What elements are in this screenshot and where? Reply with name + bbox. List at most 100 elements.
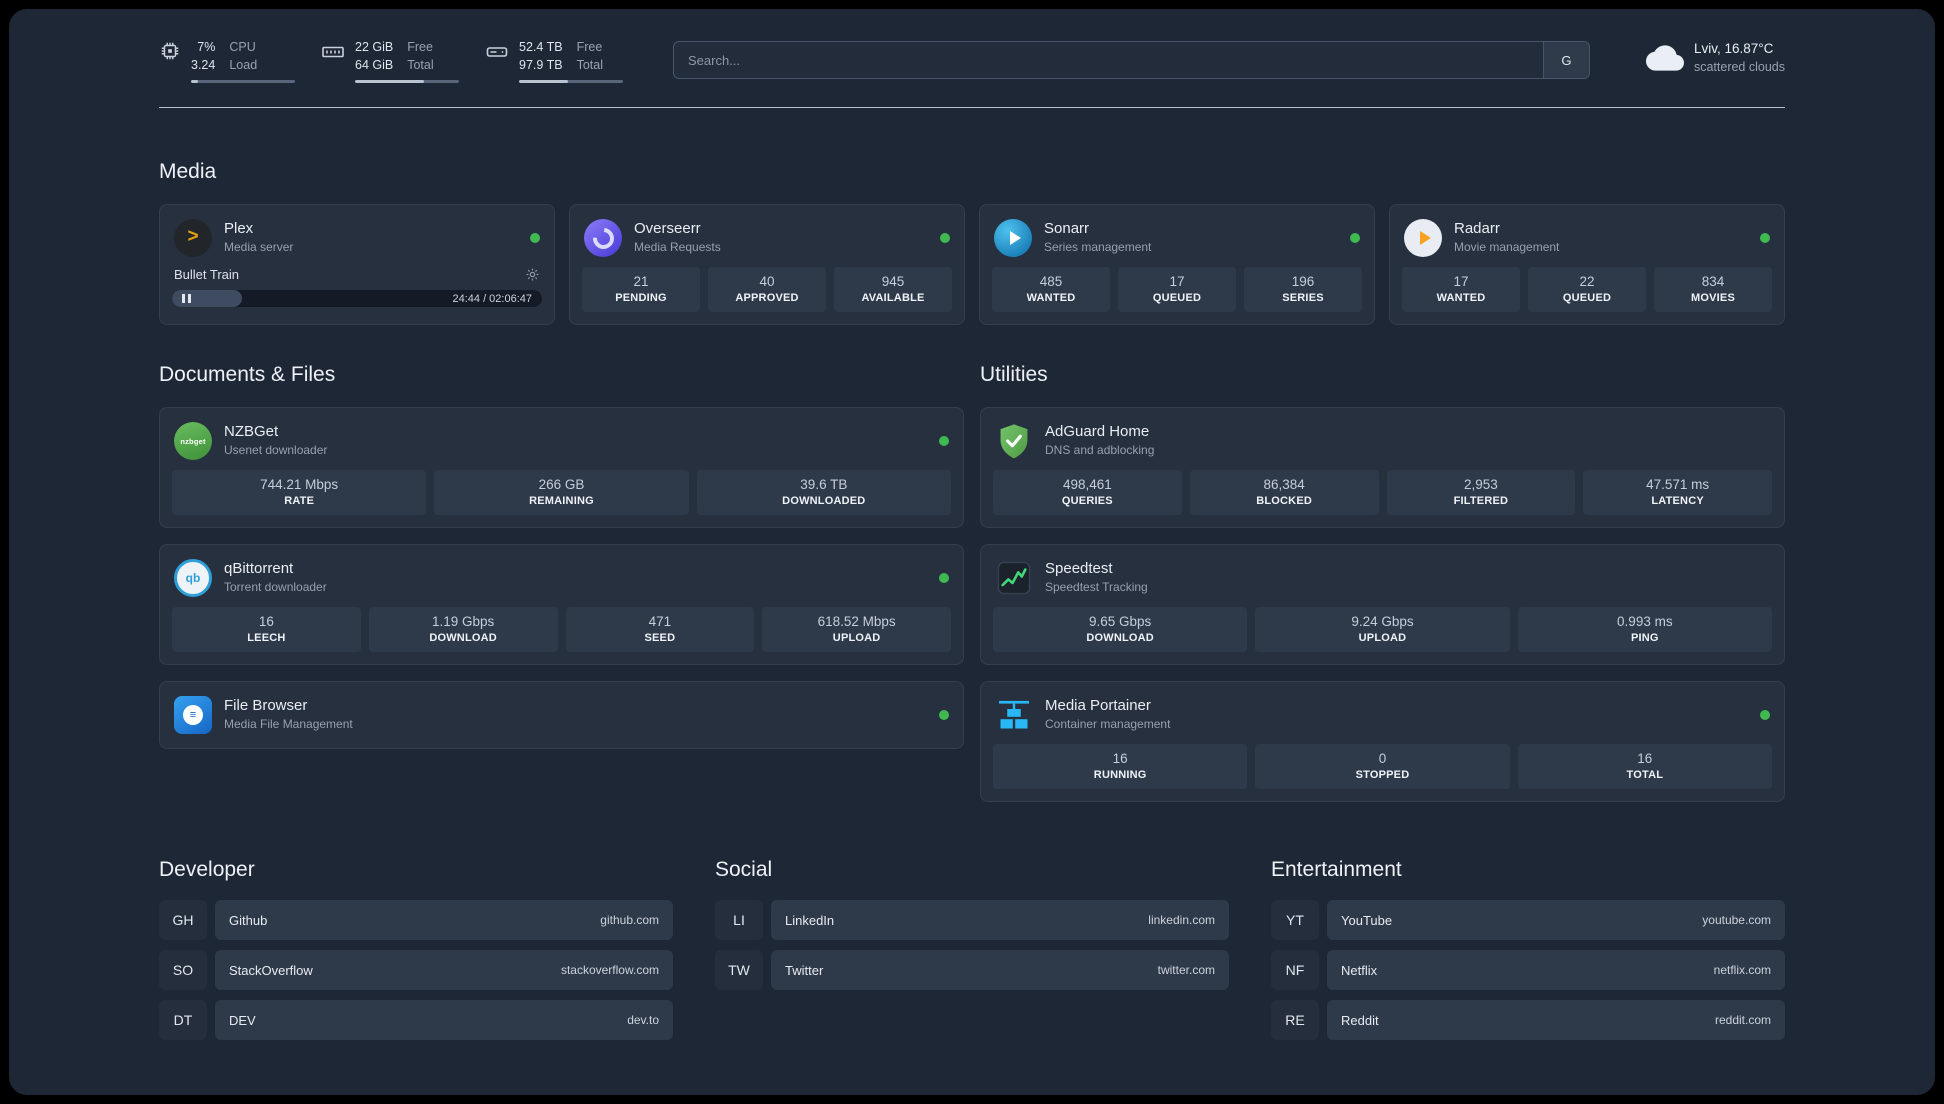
stat-value: 9.24 Gbps	[1351, 614, 1414, 629]
bookmark-abbr[interactable]: TW	[715, 950, 763, 990]
qbittorrent-icon: qb	[174, 559, 212, 597]
bookmark-abbr[interactable]: DT	[159, 1000, 207, 1040]
adguard-card: AdGuard Home DNS and adblocking 498,461 Q…	[980, 407, 1785, 528]
stat-value: 471	[648, 614, 672, 629]
bookmark-name: Reddit	[1341, 1012, 1379, 1028]
service-subtitle: Torrent downloader	[224, 580, 327, 595]
cpu-progress-bar	[191, 80, 295, 83]
bookmark-abbr[interactable]: LI	[715, 900, 763, 940]
stat-tile: 0 STOPPED	[1255, 744, 1510, 789]
entertainment-bookmarks: Entertainment YT YouTube youtube.com NF Netf…	[1271, 818, 1785, 1050]
bookmark-link[interactable]: DEV dev.to	[215, 1000, 673, 1040]
status-dot	[939, 710, 949, 720]
stat-label: UPLOAD	[832, 632, 881, 644]
bookmark-link[interactable]: Netflix netflix.com	[1327, 950, 1785, 990]
stat-label: REMAINING	[529, 495, 594, 507]
stat-tile: 86,384 BLOCKED	[1189, 470, 1379, 515]
stat-label: FILTERED	[1453, 495, 1509, 507]
stat-tile: 196 SERIES	[1244, 267, 1362, 312]
portainer-crane-icon	[995, 696, 1033, 734]
pause-icon[interactable]	[182, 294, 191, 303]
service-subtitle: Speedtest Tracking	[1045, 580, 1148, 595]
speedtest-card: Speedtest Speedtest Tracking 9.65 Gbps DO…	[980, 544, 1785, 665]
bookmark-link[interactable]: LinkedIn linkedin.com	[771, 900, 1229, 940]
disk-labels: Free Total	[576, 40, 603, 72]
portainer-card: Media Portainer Container management 16 R…	[980, 681, 1785, 802]
plex-link[interactable]: Plex Media server	[172, 213, 542, 267]
bookmark-link[interactable]: StackOverflow stackoverflow.com	[215, 950, 673, 990]
plex-icon	[174, 219, 212, 257]
social-bookmarks: Social LI LinkedIn linkedin.com TW Twitter tw…	[715, 818, 1229, 1050]
service-subtitle: Container management	[1045, 717, 1171, 732]
media-grid: Plex Media server Bullet Train	[159, 204, 1785, 325]
documents-column: Documents & Files nzbget NZBGet Usenet d…	[159, 325, 964, 802]
portainer-link[interactable]: Media Portainer Container management	[993, 690, 1772, 744]
nzbget-stats: 744.21 Mbps RATE 266 GB REMAINING 39.6 TB DOW…	[172, 470, 951, 515]
adguard-link[interactable]: AdGuard Home DNS and adblocking	[993, 416, 1772, 470]
service-name: Media Portainer	[1045, 697, 1151, 715]
bookmark-name: Netflix	[1341, 962, 1378, 978]
bookmark-row: GH Github github.com	[159, 900, 673, 940]
bookmark-abbr[interactable]: RE	[1271, 1000, 1319, 1040]
bookmark-abbr[interactable]: NF	[1271, 950, 1319, 990]
stat-value: 16	[258, 614, 274, 629]
stat-value: 21	[633, 274, 649, 289]
stat-value: 266 GB	[538, 477, 585, 492]
search-provider-button[interactable]: G	[1542, 42, 1589, 78]
playback-progress-bar[interactable]: 24:44 / 02:06:47	[172, 290, 542, 307]
radarr-card: Radarr Movie management 17 WANTED 22 QUEUED…	[1389, 204, 1785, 325]
bookmark-abbr[interactable]: YT	[1271, 900, 1319, 940]
service-subtitle: Series management	[1044, 240, 1152, 255]
stat-tile: 39.6 TB DOWNLOADED	[696, 470, 951, 515]
adguard-shield-icon	[995, 422, 1033, 460]
sonarr-icon	[994, 219, 1032, 257]
service-name: File Browser	[224, 697, 308, 715]
bookmark-link[interactable]: YouTube youtube.com	[1327, 900, 1785, 940]
stat-tile: 16 TOTAL	[1517, 744, 1772, 789]
bookmark-link[interactable]: Reddit reddit.com	[1327, 1000, 1785, 1040]
gear-icon[interactable]	[525, 267, 540, 282]
qbittorrent-card: qb qBittorrent Torrent downloader 16 LEEC…	[159, 544, 964, 665]
bookmark-abbr[interactable]: SO	[159, 950, 207, 990]
memory-labels: Free Total	[407, 40, 434, 72]
service-subtitle: Media Requests	[634, 240, 721, 255]
qbittorrent-stats: 16 LEECH 1.19 Gbps DOWNLOAD 471 SEED 618.52 Mb…	[172, 607, 951, 652]
stat-tile: 16 LEECH	[172, 607, 361, 652]
filebrowser-link[interactable]: File Browser Media File Management	[172, 690, 951, 740]
sonarr-link[interactable]: Sonarr Series management	[992, 213, 1362, 267]
memory-widget: 22 GiB 64 GiB Free Total	[321, 39, 459, 83]
bookmark-url: github.com	[600, 913, 659, 927]
stat-value: 1.19 Gbps	[431, 614, 495, 629]
search-input[interactable]	[674, 42, 1543, 78]
radarr-link[interactable]: Radarr Movie management	[1402, 213, 1772, 267]
bookmark-row: TW Twitter twitter.com	[715, 950, 1229, 990]
stat-tile: 0.993 ms PING	[1517, 607, 1772, 652]
qbittorrent-link[interactable]: qb qBittorrent Torrent downloader	[172, 553, 951, 607]
stat-tile: 16 RUNNING	[993, 744, 1248, 789]
plex-card: Plex Media server Bullet Train	[159, 204, 555, 325]
stat-label: UPLOAD	[1358, 632, 1407, 644]
memory-progress-fill	[355, 80, 424, 83]
stat-tile: 744.21 Mbps RATE	[172, 470, 427, 515]
stat-label: QUEUED	[1152, 292, 1202, 304]
bookmark-name: DEV	[229, 1012, 256, 1028]
bookmark-url: linkedin.com	[1148, 913, 1215, 927]
stat-value: 16	[1637, 751, 1653, 766]
stat-tile: 485 WANTED	[992, 267, 1110, 312]
service-name: Overseerr	[634, 220, 701, 238]
disk-progress-bar	[519, 80, 623, 83]
bookmark-link[interactable]: Github github.com	[215, 900, 673, 940]
stat-value: 0	[1378, 751, 1387, 766]
bookmark-link[interactable]: Twitter twitter.com	[771, 950, 1229, 990]
nzbget-link[interactable]: nzbget NZBGet Usenet downloader	[172, 416, 951, 470]
stat-tile: 17 WANTED	[1402, 267, 1520, 312]
bookmark-abbr[interactable]: GH	[159, 900, 207, 940]
service-name: AdGuard Home	[1045, 423, 1150, 441]
stat-label: MOVIES	[1691, 292, 1735, 304]
cpu-labels: CPU Load	[229, 40, 258, 72]
stat-value: 47.571 ms	[1646, 477, 1710, 492]
speedtest-link[interactable]: Speedtest Speedtest Tracking	[993, 553, 1772, 607]
stat-label: PING	[1630, 632, 1659, 644]
stat-tile: 834 MOVIES	[1654, 267, 1772, 312]
overseerr-link[interactable]: Overseerr Media Requests	[582, 213, 952, 267]
